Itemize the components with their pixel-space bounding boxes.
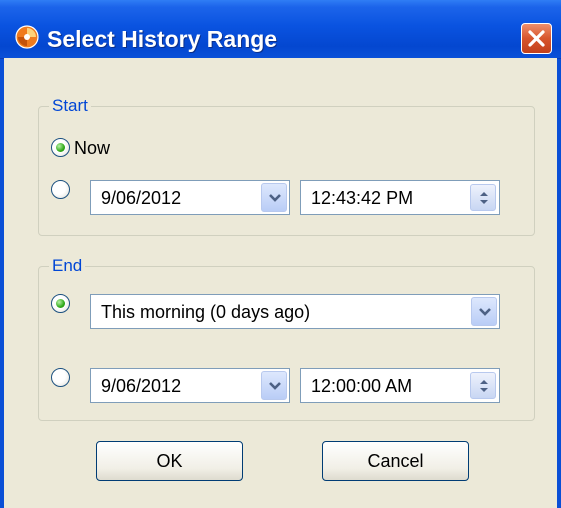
start-time-value: 12:43:42 PM bbox=[311, 188, 414, 208]
end-preset-value: This morning (0 days ago) bbox=[101, 302, 311, 322]
chevron-down-icon bbox=[479, 308, 491, 316]
end-date-value: 9/06/2012 bbox=[101, 376, 182, 396]
start-custom-radio[interactable] bbox=[51, 180, 70, 199]
end-custom-radio[interactable] bbox=[51, 368, 70, 387]
end-preset-radio[interactable] bbox=[51, 294, 70, 313]
dialog-title: Select History Range bbox=[47, 26, 278, 52]
chevron-down-icon bbox=[269, 382, 281, 390]
chevron-down-icon bbox=[269, 194, 281, 202]
end-time-value: 12:00:00 AM bbox=[311, 376, 413, 396]
ok-button[interactable]: OK bbox=[96, 441, 243, 481]
start-time-spinner[interactable] bbox=[470, 184, 496, 211]
end-date-picker[interactable]: 9/06/2012 bbox=[90, 368, 290, 403]
start-group-label: Start bbox=[49, 96, 91, 116]
start-now-radio[interactable] bbox=[51, 138, 70, 157]
end-group-label: End bbox=[49, 256, 86, 276]
spinner-icon bbox=[480, 380, 488, 392]
end-time-spinner[interactable] bbox=[470, 372, 496, 399]
start-date-value: 9/06/2012 bbox=[101, 188, 182, 208]
end-preset-dropdown-button[interactable] bbox=[471, 297, 497, 326]
end-date-dropdown-button[interactable] bbox=[261, 371, 287, 400]
title-bar[interactable]: Select History Range bbox=[0, 0, 561, 59]
cancel-button[interactable]: Cancel bbox=[322, 441, 469, 481]
spinner-icon bbox=[480, 192, 488, 204]
app-logo-icon bbox=[15, 25, 39, 49]
dialog-window: Select History Range Start Now 9/06/2012… bbox=[0, 0, 561, 508]
start-date-picker[interactable]: 9/06/2012 bbox=[90, 180, 290, 215]
end-preset-dropdown[interactable]: This morning (0 days ago) bbox=[90, 294, 500, 329]
start-group: Start bbox=[38, 96, 535, 236]
close-icon bbox=[528, 30, 545, 47]
start-time-picker[interactable]: 12:43:42 PM bbox=[300, 180, 500, 215]
dialog-body: Start Now 9/06/2012 12:43:42 PM End This… bbox=[4, 58, 557, 508]
end-time-picker[interactable]: 12:00:00 AM bbox=[300, 368, 500, 403]
start-now-label: Now bbox=[74, 138, 111, 158]
start-date-dropdown-button[interactable] bbox=[261, 183, 287, 212]
close-button[interactable] bbox=[521, 23, 552, 54]
